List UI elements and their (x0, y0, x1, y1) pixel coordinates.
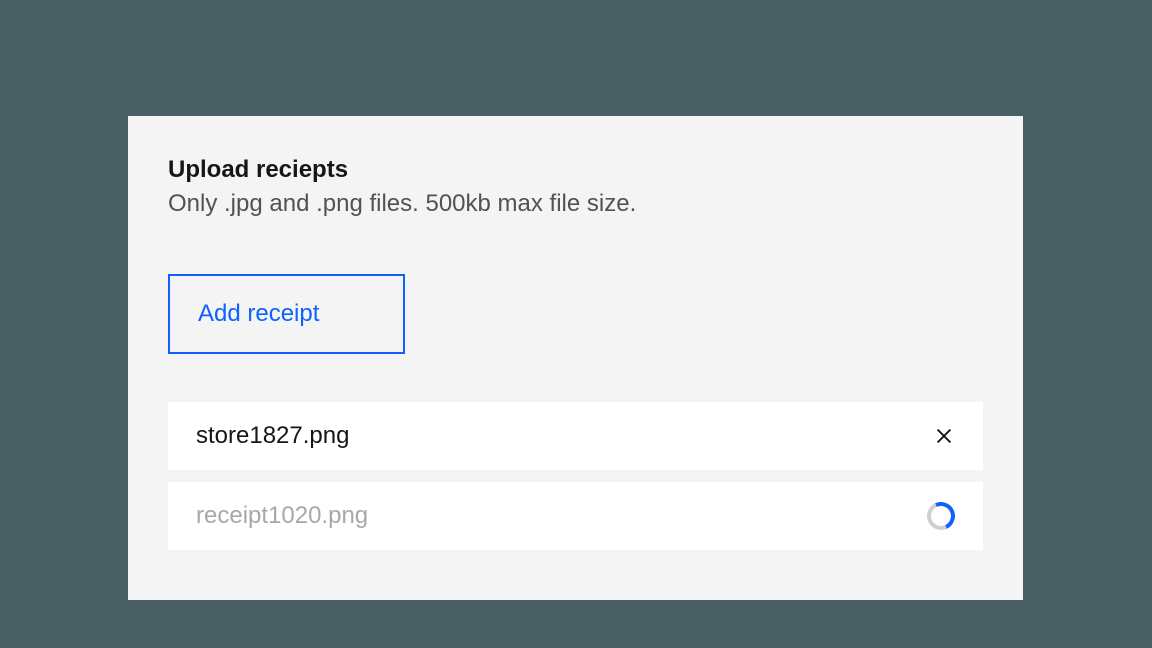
upload-panel: Upload reciepts Only .jpg and .png files… (128, 116, 1023, 600)
loading-spinner-icon (923, 498, 959, 534)
upload-title: Upload reciepts (168, 156, 983, 184)
upload-description: Only .jpg and .png files. 500kb max file… (168, 190, 983, 218)
file-row: store1827.png (168, 402, 983, 470)
file-name: store1827.png (196, 422, 349, 450)
add-receipt-button[interactable]: Add receipt (168, 274, 405, 354)
file-name: receipt1020.png (196, 502, 368, 530)
close-icon[interactable] (933, 425, 955, 447)
file-row: receipt1020.png (168, 482, 983, 550)
file-list: store1827.png receipt1020.png (168, 402, 983, 550)
